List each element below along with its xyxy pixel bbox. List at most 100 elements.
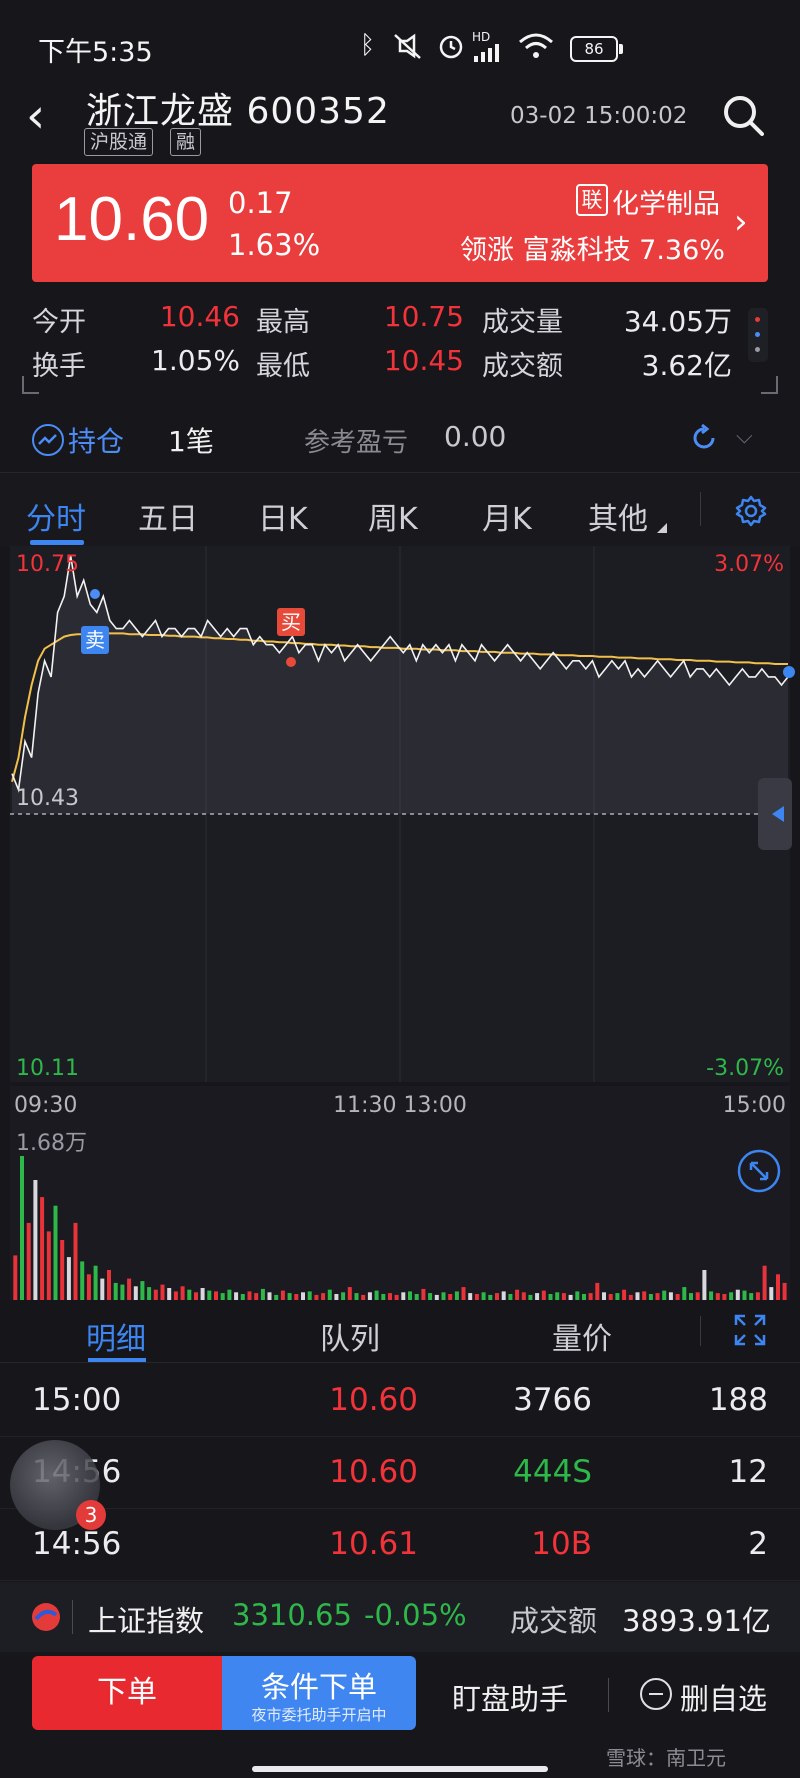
volume-bar bbox=[729, 1292, 734, 1300]
action-divider bbox=[608, 1678, 609, 1712]
volume-bar bbox=[60, 1240, 65, 1300]
remove-watchlist-button[interactable]: 删自选 bbox=[680, 1676, 767, 1718]
search-icon[interactable] bbox=[722, 94, 764, 136]
volume-bar bbox=[167, 1288, 172, 1300]
volume-bar bbox=[147, 1287, 152, 1300]
tab-monthly-k[interactable]: 月K bbox=[482, 494, 532, 538]
alarm-icon bbox=[439, 35, 463, 59]
mute-icon bbox=[394, 33, 421, 59]
index-value: 3310.65 bbox=[232, 1598, 352, 1632]
tab-other[interactable]: 其他 bbox=[588, 494, 648, 538]
tab-trade-detail[interactable]: 明细 bbox=[86, 1314, 146, 1358]
index-divider bbox=[72, 1600, 73, 1634]
detail-tabs: 明细 队列 量价 bbox=[0, 1300, 800, 1363]
volume-bar bbox=[481, 1292, 486, 1300]
index-name: 上证指数 bbox=[88, 1604, 205, 1638]
volume-bar bbox=[280, 1290, 285, 1300]
buy-point-dot bbox=[286, 657, 296, 667]
quote-datetime: 03-02 15:00:02 bbox=[510, 103, 688, 129]
volume-bar bbox=[227, 1289, 232, 1300]
volume-bar bbox=[575, 1291, 580, 1300]
volume-bar bbox=[388, 1293, 392, 1300]
stock-title: 浙江龙盛 600352 bbox=[86, 91, 390, 132]
volume-bar bbox=[408, 1291, 412, 1300]
volume-bar bbox=[194, 1292, 198, 1300]
index-amount: 3893.91亿 bbox=[622, 1604, 771, 1638]
volume-bar bbox=[80, 1261, 85, 1300]
volume-bar bbox=[454, 1291, 459, 1300]
volume-bar bbox=[715, 1293, 720, 1300]
trade-volume: 3766 bbox=[513, 1382, 592, 1418]
volume-label: 成交量 bbox=[482, 307, 563, 338]
volume-bar bbox=[602, 1292, 606, 1300]
volume-bar bbox=[595, 1282, 600, 1300]
volume-bar bbox=[709, 1291, 714, 1300]
sell-marker-label: 卖 bbox=[85, 628, 105, 652]
place-order-button[interactable]: 下单 bbox=[32, 1656, 222, 1730]
gear-icon[interactable] bbox=[734, 494, 768, 528]
holding-count: 1笔 bbox=[168, 425, 214, 458]
sector-name[interactable]: 化学制品 bbox=[612, 182, 720, 221]
volume-bar bbox=[662, 1290, 667, 1300]
remove-circle-icon[interactable] bbox=[640, 1678, 672, 1710]
volume-bar bbox=[515, 1289, 520, 1300]
chevron-right-icon[interactable]: › bbox=[734, 202, 748, 242]
turnover-label: 换手 bbox=[32, 351, 86, 382]
chevron-down-icon[interactable]: ⌵ bbox=[736, 424, 753, 449]
volume-bar bbox=[749, 1293, 754, 1300]
tab-volume-price[interactable]: 量价 bbox=[552, 1314, 612, 1358]
volume-bar bbox=[100, 1278, 105, 1300]
intraday-chart[interactable]: 10.75 3.07% 10.43 10.11 -3.07% 09:30 11:… bbox=[0, 546, 800, 1306]
conditional-order-button[interactable]: 条件下单 夜市委托助手开启中 bbox=[222, 1656, 416, 1730]
volume-bar bbox=[401, 1292, 406, 1300]
monitor-assistant-button[interactable]: 盯盘助手 bbox=[452, 1676, 568, 1718]
volume-bar bbox=[615, 1293, 620, 1300]
signal-icon bbox=[474, 44, 499, 62]
volume-bar bbox=[441, 1292, 446, 1300]
conditional-order-sublabel: 夜市委托助手开启中 bbox=[251, 1706, 387, 1724]
refresh-icon[interactable] bbox=[690, 424, 718, 452]
notification-badge: 3 bbox=[76, 1500, 106, 1530]
time-tick-close: 15:00 bbox=[723, 1093, 786, 1118]
volume-bar bbox=[140, 1281, 145, 1300]
volume-bar bbox=[367, 1292, 372, 1300]
volume-bar bbox=[776, 1274, 780, 1300]
expand-icon[interactable] bbox=[734, 1314, 766, 1346]
corner-bracket-right bbox=[761, 376, 778, 394]
open-label: 今开 bbox=[32, 307, 86, 338]
volume-bar bbox=[682, 1287, 687, 1300]
amount-value: 3.62亿 bbox=[641, 349, 732, 382]
volume-bar bbox=[769, 1287, 774, 1300]
trade-count: 188 bbox=[708, 1382, 768, 1418]
time-tick-midday: 11:30 13:00 bbox=[333, 1093, 467, 1118]
pnl-label: 参考盈亏 bbox=[304, 428, 409, 458]
tab-queue[interactable]: 队列 bbox=[320, 1314, 380, 1358]
index-bar[interactable]: 上证指数 3310.65 -0.05% 成交额 3893.91亿 bbox=[0, 1582, 800, 1652]
price-banner[interactable]: 10.60 0.17 1.63% 联 化学制品 领涨 富淼科技 7.36% › bbox=[32, 164, 768, 282]
home-indicator[interactable] bbox=[252, 1766, 548, 1772]
watermark: 雪球：南卫元 bbox=[606, 1746, 726, 1770]
position-row[interactable]: 持仓 1笔 参考盈亏 0.00 ⌵ bbox=[0, 402, 800, 473]
turnover-value: 1.05% bbox=[151, 344, 240, 377]
volume-bar bbox=[180, 1286, 185, 1300]
axis-top-pct: 3.07% bbox=[714, 552, 784, 577]
trade-volume: 10B bbox=[531, 1526, 592, 1562]
volume-bar bbox=[668, 1292, 673, 1300]
axis-bottom-pct: -3.07% bbox=[706, 1056, 784, 1081]
sector-badge: 联 bbox=[576, 184, 608, 216]
volume-bar bbox=[187, 1289, 192, 1300]
detail-tabs-divider bbox=[700, 1316, 701, 1346]
tabs-divider bbox=[700, 492, 701, 526]
more-stats-icon[interactable] bbox=[748, 308, 768, 362]
back-icon[interactable]: ‹ bbox=[26, 92, 45, 140]
volume-bar bbox=[127, 1278, 132, 1300]
tab-five-day[interactable]: 五日 bbox=[138, 494, 198, 538]
tab-weekly-k[interactable]: 周K bbox=[368, 494, 418, 538]
stats-panel: 今开 10.46 最高 10.75 成交量 34.05万 换手 1.05% 最低… bbox=[0, 292, 800, 392]
volume-bar bbox=[782, 1282, 787, 1300]
tab-intraday[interactable]: 分时 bbox=[26, 494, 86, 538]
volume-bar bbox=[421, 1288, 426, 1300]
axis-bottom-price: 10.11 bbox=[16, 1056, 79, 1081]
tab-daily-k[interactable]: 日K bbox=[258, 494, 308, 538]
trade-price: 10.60 bbox=[329, 1382, 418, 1418]
